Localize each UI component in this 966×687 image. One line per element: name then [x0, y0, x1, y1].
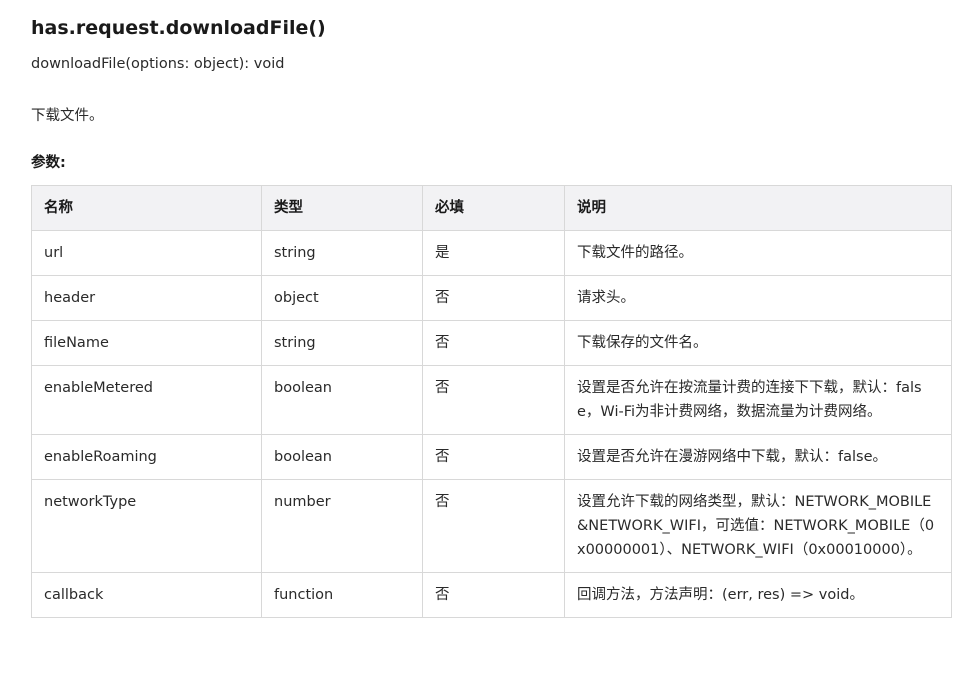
param-required: 是: [422, 230, 565, 276]
param-type: string: [261, 320, 423, 366]
table-row: callback function 否 回调方法，方法声明：(err, res)…: [31, 572, 952, 618]
api-signature: downloadFile(options: object): void: [31, 56, 285, 72]
param-type: string: [261, 230, 423, 276]
table-row: enableRoaming boolean 否 设置是否允许在漫游网络中下载，默…: [31, 434, 952, 480]
param-name: enableMetered: [31, 365, 262, 435]
param-required: 否: [422, 572, 565, 618]
param-name: header: [31, 275, 262, 321]
param-name: fileName: [31, 320, 262, 366]
api-description: 下载文件。: [31, 108, 104, 124]
table-row: url string 是 下载文件的路径。: [31, 230, 952, 276]
api-title: has.request.downloadFile(): [31, 17, 326, 39]
param-type: object: [261, 275, 423, 321]
param-type: boolean: [261, 434, 423, 480]
param-name: enableRoaming: [31, 434, 262, 480]
param-required: 否: [422, 434, 565, 480]
param-description: 设置允许下载的网络类型，默认：NETWORK_MOBILE&NETWORK_WI…: [564, 479, 952, 573]
param-name: networkType: [31, 479, 262, 573]
param-description: 下载文件的路径。: [564, 230, 952, 276]
header-description: 说明: [564, 185, 952, 231]
params-table: 名称 类型 必填 说明 url string 是 下载文件的路径。 header…: [31, 185, 952, 618]
param-required: 否: [422, 479, 565, 573]
header-name: 名称: [31, 185, 262, 231]
table-row: networkType number 否 设置允许下载的网络类型，默认：NETW…: [31, 479, 952, 573]
params-heading: 参数:: [31, 155, 66, 171]
param-required: 否: [422, 320, 565, 366]
param-description: 下载保存的文件名。: [564, 320, 952, 366]
param-description: 设置是否允许在漫游网络中下载，默认：false。: [564, 434, 952, 480]
header-required: 必填: [422, 185, 565, 231]
param-description: 回调方法，方法声明：(err, res) => void。: [564, 572, 952, 618]
param-name: callback: [31, 572, 262, 618]
param-required: 否: [422, 365, 565, 435]
table-header-row: 名称 类型 必填 说明: [31, 185, 952, 231]
param-type: function: [261, 572, 423, 618]
param-description: 请求头。: [564, 275, 952, 321]
header-type: 类型: [261, 185, 423, 231]
param-required: 否: [422, 275, 565, 321]
param-description: 设置是否允许在按流量计费的连接下下载，默认：false，Wi-Fi为非计费网络，…: [564, 365, 952, 435]
table-row: enableMetered boolean 否 设置是否允许在按流量计费的连接下…: [31, 365, 952, 435]
table-row: header object 否 请求头。: [31, 275, 952, 321]
param-name: url: [31, 230, 262, 276]
param-type: number: [261, 479, 423, 573]
param-type: boolean: [261, 365, 423, 435]
table-row: fileName string 否 下载保存的文件名。: [31, 320, 952, 366]
